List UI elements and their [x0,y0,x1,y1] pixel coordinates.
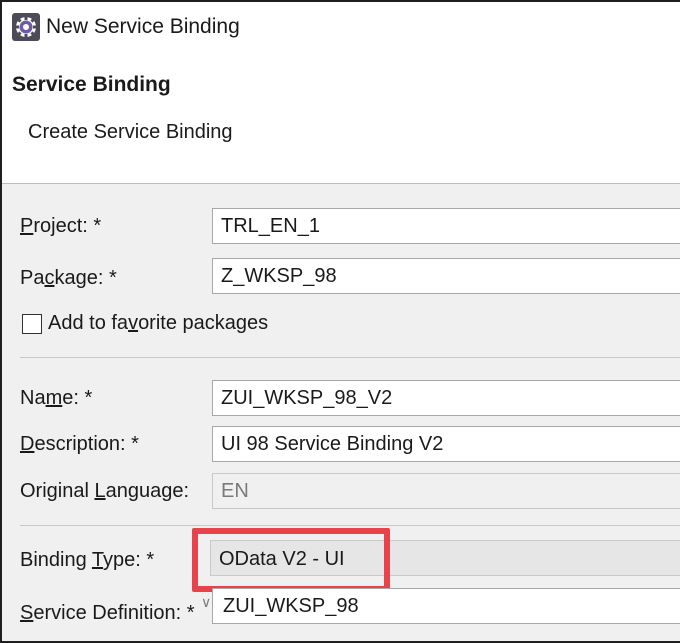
original-language-field: EN [212,473,680,509]
favorite-packages-checkbox[interactable] [22,314,42,334]
eclipse-gear-icon [12,13,40,41]
window-title: New Service Binding [46,15,240,38]
page-subtitle: Create Service Binding [28,121,233,143]
project-label: Project: * [20,215,102,237]
package-label: Package: * [20,267,117,289]
binding-type-label: Binding Type: * [20,549,155,571]
wizard-header: Service Binding Create Service Binding [2,52,680,183]
service-definition-label: Service Definition: * [20,602,195,624]
service-definition-field[interactable]: ZUI_WKSP_98 [212,588,680,624]
package-field[interactable]: Z_WKSP_98 [212,258,680,294]
description-label: Description: * [20,433,139,455]
dialog-window: New Service Binding Service Binding Crea… [0,0,680,643]
original-language-label: Original Language: [20,480,190,502]
project-field[interactable]: TRL_EN_1 [212,208,680,244]
name-label: Name: * [20,387,93,409]
page-title: Service Binding [12,73,171,96]
name-field[interactable]: ZUI_WKSP_98_V2 [212,380,680,416]
highlight-annotation [192,528,390,592]
section-divider [20,525,680,526]
favorite-packages-label: Add to favorite packages [48,312,269,334]
description-field[interactable]: UI 98 Service Binding V2 [212,426,680,462]
section-divider [20,357,680,358]
field-grip-icon: ∨ [201,594,212,610]
form-panel: Project: * TRL_EN_1 Package: * Z_WKSP_98… [2,184,680,641]
title-bar: New Service Binding [2,2,680,52]
